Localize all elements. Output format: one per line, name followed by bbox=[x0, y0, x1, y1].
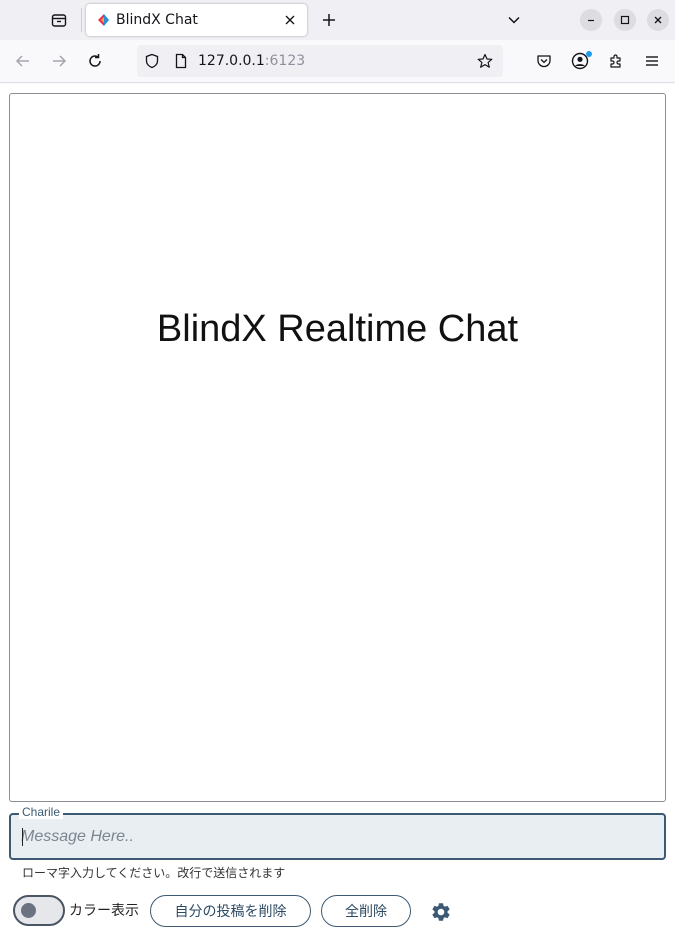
new-tab-button[interactable] bbox=[313, 4, 345, 36]
gear-icon bbox=[432, 903, 450, 921]
maximize-icon bbox=[620, 15, 630, 25]
pocket-icon bbox=[537, 55, 551, 68]
tab-title: BlindX Chat bbox=[116, 12, 198, 28]
hamburger-menu-icon bbox=[646, 56, 658, 66]
url-text[interactable]: 127.0.0.1:6123 bbox=[198, 53, 305, 69]
settings-button[interactable] bbox=[428, 899, 454, 925]
browser-tab[interactable]: BlindX Chat bbox=[86, 4, 307, 36]
arrow-right-icon bbox=[53, 55, 67, 67]
reload-button[interactable] bbox=[80, 46, 110, 76]
input-hint: ローマ字入力してください。改行で送信されます bbox=[22, 866, 286, 880]
color-display-toggle[interactable] bbox=[13, 895, 65, 926]
close-icon bbox=[654, 16, 662, 24]
user-name-label: Charile bbox=[19, 805, 64, 819]
forward-button[interactable] bbox=[44, 46, 74, 76]
message-field: Charile bbox=[9, 805, 666, 860]
delete-all-button[interactable]: 全削除 bbox=[321, 895, 411, 927]
chat-title: BlindX Realtime Chat bbox=[156, 308, 519, 350]
text-caret bbox=[22, 828, 23, 846]
color-display-label: カラー表示 bbox=[69, 903, 139, 919]
bookmark-star-icon[interactable] bbox=[477, 53, 493, 69]
list-all-tabs-button[interactable] bbox=[498, 4, 530, 36]
tab-strip: BlindX Chat bbox=[0, 0, 675, 40]
extensions-button[interactable] bbox=[601, 46, 631, 76]
delete-own-posts-button[interactable]: 自分の投稿を削除 bbox=[150, 895, 311, 927]
app-menu-button[interactable] bbox=[637, 46, 667, 76]
chat-message-area[interactable]: BlindX Realtime Chat bbox=[9, 93, 666, 802]
toggle-knob bbox=[21, 903, 36, 918]
maximize-window-button[interactable] bbox=[614, 9, 636, 31]
notification-dot bbox=[586, 51, 592, 57]
reload-icon bbox=[89, 54, 101, 67]
url-bar[interactable]: 127.0.0.1:6123 bbox=[137, 45, 503, 77]
url-host: 127.0.0.1 bbox=[198, 53, 265, 69]
shield-icon[interactable] bbox=[144, 53, 160, 69]
blindx-favicon-icon bbox=[98, 14, 109, 26]
page-icon[interactable] bbox=[173, 53, 189, 69]
close-tab-icon[interactable] bbox=[282, 12, 298, 28]
navigation-toolbar: 127.0.0.1:6123 bbox=[0, 40, 675, 83]
minimize-icon bbox=[588, 19, 594, 22]
account-button[interactable] bbox=[565, 46, 595, 76]
message-input[interactable] bbox=[21, 825, 641, 849]
pocket-button[interactable] bbox=[529, 46, 559, 76]
firefox-view-button[interactable] bbox=[43, 4, 75, 36]
tab-separator bbox=[81, 8, 82, 32]
url-port: :6123 bbox=[264, 53, 306, 69]
tab-list-icon bbox=[51, 14, 67, 27]
back-button[interactable] bbox=[8, 46, 38, 76]
plus-icon bbox=[323, 14, 335, 26]
puzzle-icon bbox=[610, 54, 621, 68]
page-content: BlindX Realtime Chat Charile ローマ字入力してくださ… bbox=[0, 84, 675, 940]
minimize-window-button[interactable] bbox=[580, 9, 602, 31]
arrow-left-icon bbox=[15, 55, 29, 67]
chevron-down-icon bbox=[508, 16, 520, 24]
close-window-button[interactable] bbox=[647, 9, 669, 31]
